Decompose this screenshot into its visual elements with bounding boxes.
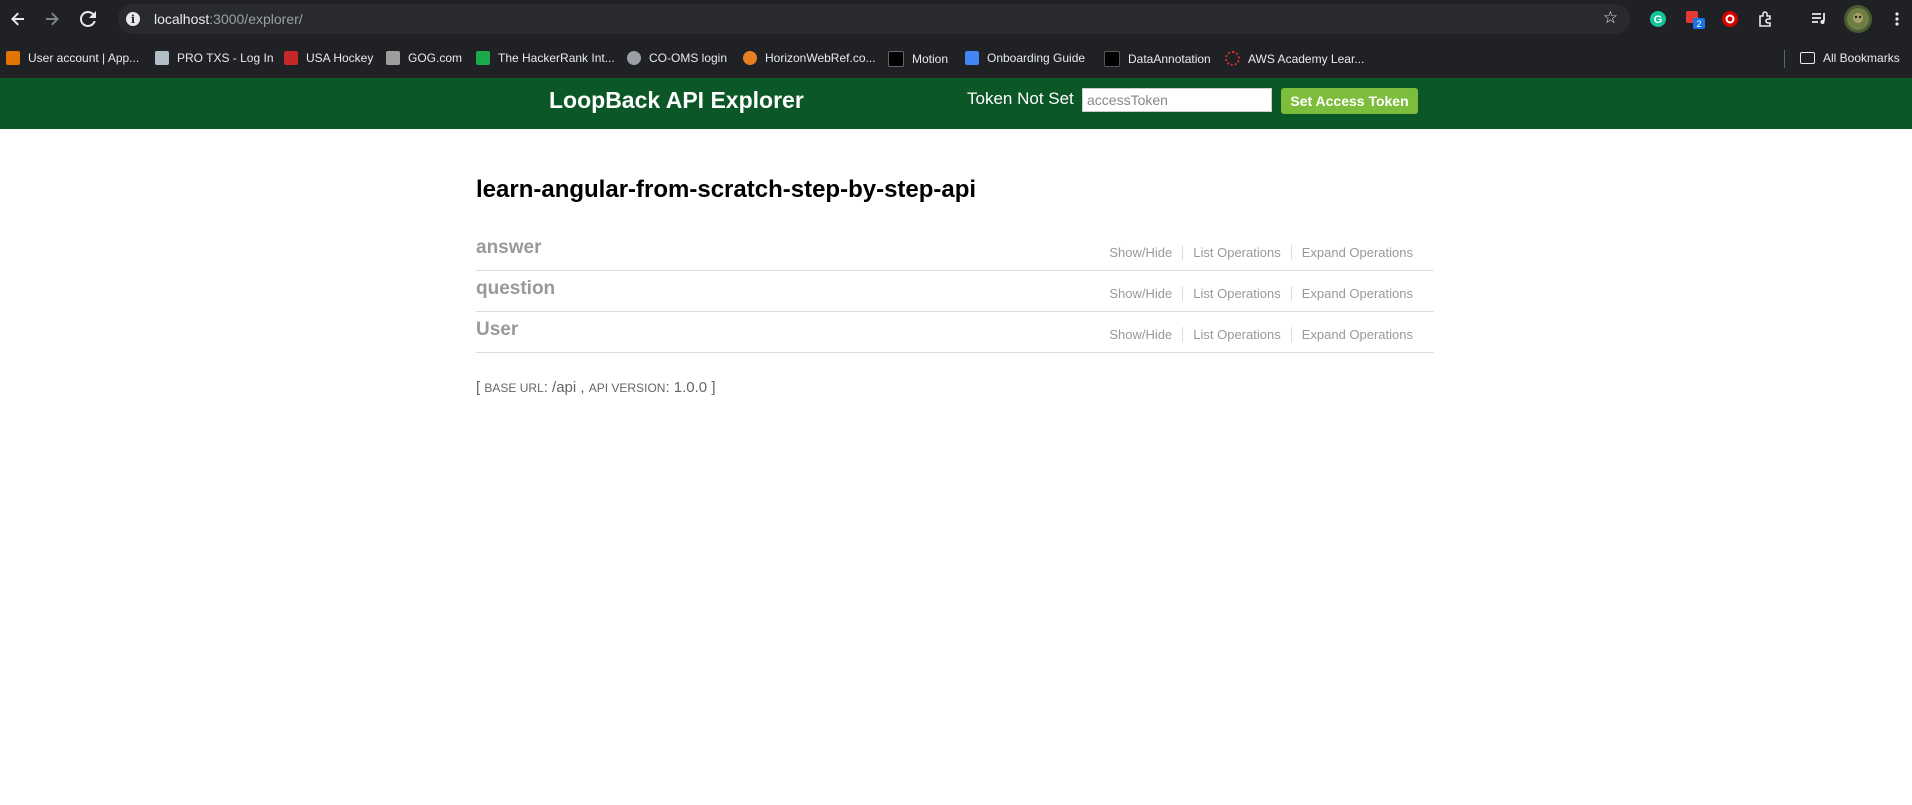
bookmark-pro-txs[interactable]: PRO TXS - Log In xyxy=(155,51,274,65)
bookmark-favicon-icon xyxy=(1225,51,1240,66)
base-url-label: Base URL xyxy=(484,381,544,395)
svg-text:G: G xyxy=(1654,14,1663,26)
bookmark-gog[interactable]: GOG.com xyxy=(386,51,462,65)
forward-arrow-icon[interactable] xyxy=(38,5,66,33)
bookmark-onboarding-guide[interactable]: Onboarding Guide xyxy=(965,51,1085,65)
bookmark-motion[interactable]: Motion xyxy=(888,51,948,67)
bookmark-favicon-icon xyxy=(743,51,757,65)
globe-icon xyxy=(627,51,641,65)
show-hide-link[interactable]: Show/Hide xyxy=(1099,245,1182,260)
bookmark-favicon-icon xyxy=(284,51,298,65)
bookmark-star-icon[interactable]: ☆ xyxy=(1603,8,1618,28)
bookmark-favicon-icon xyxy=(386,51,400,65)
expand-operations-link[interactable]: Expand Operations xyxy=(1290,286,1423,301)
extensions-puzzle-icon[interactable] xyxy=(1755,8,1777,30)
resource-answer: answer Show/Hide List Operations Expand … xyxy=(476,230,1434,271)
expand-operations-link[interactable]: Expand Operations xyxy=(1290,327,1423,342)
red-extension-icon[interactable] xyxy=(1719,8,1741,30)
bookmark-favicon-icon xyxy=(1104,51,1120,67)
bookmark-co-oms[interactable]: CO-OMS login xyxy=(627,51,727,65)
bookmarks-bar: User account | App... PRO TXS - Log In U… xyxy=(0,38,1912,79)
set-access-token-button[interactable]: Set Access Token xyxy=(1281,88,1418,114)
back-arrow-icon[interactable] xyxy=(4,5,32,33)
list-operations-link[interactable]: List Operations xyxy=(1182,327,1290,342)
base-url-value: /api xyxy=(552,379,577,396)
resource-operations: Show/Hide List Operations Expand Operati… xyxy=(1099,286,1423,301)
bookmark-favicon-icon xyxy=(6,51,20,65)
resource-operations: Show/Hide List Operations Expand Operati… xyxy=(1099,245,1423,260)
resource-operations: Show/Hide List Operations Expand Operati… xyxy=(1099,327,1423,342)
document-icon xyxy=(965,51,979,65)
bookmark-horizonwebref[interactable]: HorizonWebRef.co... xyxy=(743,51,876,65)
api-version-label: API Version xyxy=(588,381,666,395)
resource-user: User Show/Hide List Operations Expand Op… xyxy=(476,312,1434,353)
resource-name[interactable]: answer xyxy=(476,237,541,259)
reload-icon[interactable] xyxy=(74,5,102,33)
list-operations-link[interactable]: List Operations xyxy=(1182,286,1290,301)
resource-question: question Show/Hide List Operations Expan… xyxy=(476,271,1434,312)
bookmark-favicon-icon xyxy=(888,51,904,67)
show-hide-link[interactable]: Show/Hide xyxy=(1099,286,1182,301)
show-hide-link[interactable]: Show/Hide xyxy=(1099,327,1182,342)
folder-icon xyxy=(1800,52,1815,64)
bookmark-dataannotation[interactable]: DataAnnotation xyxy=(1104,51,1211,67)
resource-name[interactable]: question xyxy=(476,278,555,300)
api-version-value: 1.0.0 xyxy=(673,379,708,396)
all-bookmarks-button[interactable]: All Bookmarks xyxy=(1800,51,1900,65)
media-queue-icon[interactable] xyxy=(1808,8,1830,30)
bookmark-user-account[interactable]: User account | App... xyxy=(6,51,139,65)
url-text[interactable]: localhost:3000/explorer/ xyxy=(154,11,303,27)
bookmarks-divider xyxy=(1784,50,1785,68)
list-operations-link[interactable]: List Operations xyxy=(1182,245,1290,260)
bookmark-hackerrank[interactable]: The HackerRank Int... xyxy=(476,51,615,65)
explorer-header: LoopBack API Explorer Token Not Set Set … xyxy=(0,78,1912,129)
site-info-icon[interactable]: i xyxy=(126,12,140,26)
extension-badge-icon[interactable]: 2 xyxy=(1684,8,1706,30)
api-info-footer: [ Base URL: /api , API Version: 1.0.0 ] xyxy=(476,379,716,396)
bookmark-usa-hockey[interactable]: USA Hockey xyxy=(284,51,373,65)
explorer-title[interactable]: LoopBack API Explorer xyxy=(549,87,804,114)
profile-avatar[interactable] xyxy=(1844,5,1872,33)
resource-name[interactable]: User xyxy=(476,319,518,341)
access-token-input[interactable] xyxy=(1082,88,1272,112)
svg-text:2: 2 xyxy=(1696,19,1701,29)
browser-toolbar: i localhost:3000/explorer/ ☆ G 2 xyxy=(0,0,1912,38)
grammarly-icon[interactable]: G xyxy=(1647,8,1669,30)
bookmark-favicon-icon xyxy=(476,51,490,65)
api-title: learn-angular-from-scratch-step-by-step-… xyxy=(476,176,977,203)
api-content: learn-angular-from-scratch-step-by-step-… xyxy=(476,170,1434,396)
token-status-text: Token Not Set xyxy=(967,89,1074,108)
bookmark-favicon-icon xyxy=(155,51,169,65)
address-bar[interactable]: i localhost:3000/explorer/ ☆ xyxy=(118,4,1630,34)
expand-operations-link[interactable]: Expand Operations xyxy=(1290,245,1423,260)
bookmark-aws-academy[interactable]: AWS Academy Lear... xyxy=(1225,51,1364,66)
chrome-menu-icon[interactable] xyxy=(1886,8,1908,30)
